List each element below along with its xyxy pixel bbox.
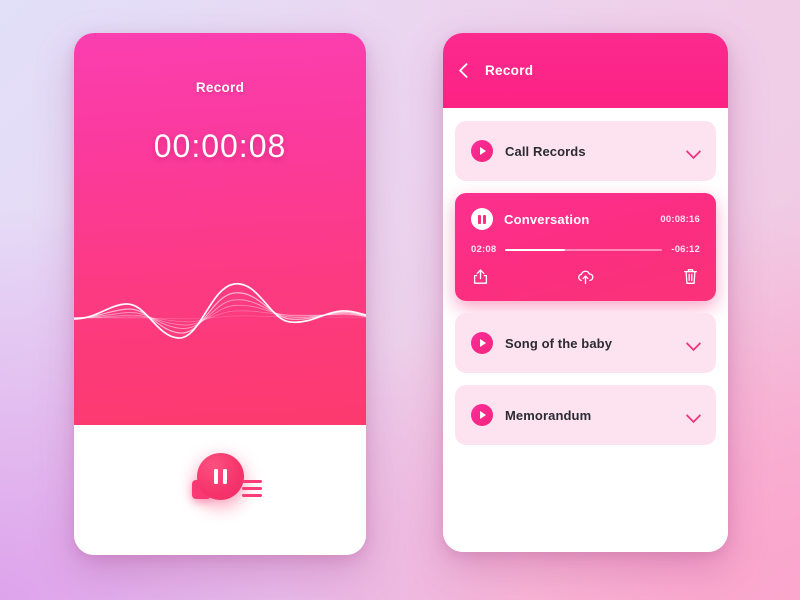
recordings-list: Call Records Conversation 00:08:16 02:08… bbox=[443, 108, 728, 552]
cloud-upload-icon[interactable] bbox=[576, 269, 595, 285]
share-icon[interactable] bbox=[473, 268, 488, 285]
progress-fill bbox=[505, 248, 565, 251]
list-item-label: Call Records bbox=[505, 143, 586, 159]
list-item-label: Song of the baby bbox=[505, 335, 613, 351]
pause-icon[interactable] bbox=[471, 208, 493, 230]
chevron-down-icon[interactable] bbox=[687, 145, 700, 158]
trash-icon[interactable] bbox=[683, 268, 698, 285]
chevron-down-icon[interactable] bbox=[687, 337, 700, 350]
list-header: Record bbox=[443, 33, 728, 108]
list-item[interactable]: Memorandum bbox=[455, 385, 716, 445]
expanded-item-label: Conversation bbox=[504, 211, 590, 227]
list-line-1 bbox=[242, 480, 262, 483]
list-item[interactable]: Song of the baby bbox=[455, 313, 716, 373]
list-item-label: Memorandum bbox=[505, 407, 592, 423]
list-bottom-spacer bbox=[455, 457, 716, 458]
list-line-3 bbox=[242, 494, 262, 497]
list-item-expanded[interactable]: Conversation 00:08:16 02:08 -06:12 bbox=[455, 193, 716, 301]
progress-track[interactable] bbox=[505, 248, 663, 251]
header-title: Record bbox=[485, 63, 534, 78]
list-item[interactable]: Call Records bbox=[455, 121, 716, 181]
play-icon[interactable] bbox=[471, 332, 493, 354]
record-phone-frame: Record 00:00:08 bbox=[74, 33, 366, 555]
remaining-time: -06:12 bbox=[671, 244, 700, 255]
audio-waveform-icon bbox=[74, 248, 366, 378]
record-stage: Record 00:00:08 bbox=[74, 33, 366, 425]
list-line-2 bbox=[242, 487, 262, 490]
chevron-down-icon[interactable] bbox=[687, 409, 700, 422]
chevron-left-icon[interactable] bbox=[457, 63, 473, 79]
expanded-item-actions bbox=[471, 268, 700, 285]
pause-button[interactable] bbox=[197, 453, 244, 500]
pause-bar-right bbox=[223, 469, 227, 484]
play-icon[interactable] bbox=[471, 404, 493, 426]
play-icon[interactable] bbox=[471, 140, 493, 162]
list-button[interactable] bbox=[242, 480, 262, 497]
record-timer: 00:00:08 bbox=[153, 128, 287, 164]
elapsed-time: 02:08 bbox=[471, 244, 497, 255]
record-controls-bar bbox=[74, 425, 366, 555]
expanded-item-duration: 00:08:16 bbox=[660, 213, 700, 225]
recordings-phone-frame: Record Call Records Conversation 00:08:1… bbox=[443, 33, 728, 552]
expanded-item-header: Conversation 00:08:16 bbox=[471, 208, 700, 230]
pause-bar-left bbox=[214, 469, 218, 484]
page-title: Record bbox=[195, 80, 245, 95]
playback-progress[interactable]: 02:08 -06:12 bbox=[471, 244, 700, 255]
